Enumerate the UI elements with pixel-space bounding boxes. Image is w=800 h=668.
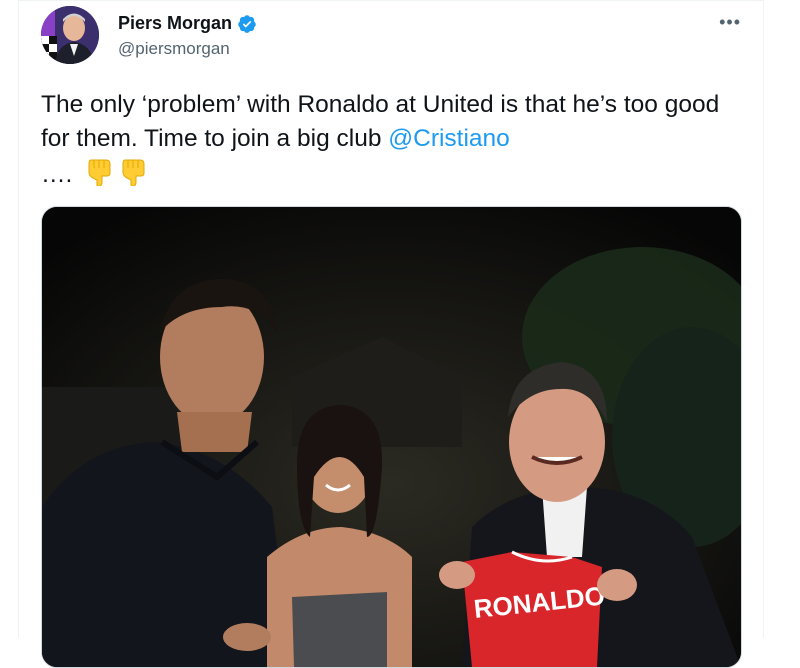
pointing-down-hand-icon: [119, 156, 147, 196]
pointing-down-hand-icon: [85, 156, 113, 196]
tweet-body: The only ‘problem’ with Ronaldo at Unite…: [41, 91, 720, 152]
avatar[interactable]: [41, 6, 99, 64]
verified-badge-icon: [238, 14, 256, 33]
photo-scene: RONALDO: [42, 207, 741, 667]
more-options-button[interactable]: •••: [719, 12, 741, 33]
tweet-tail: ….: [41, 161, 73, 188]
divider: [19, 0, 763, 1]
mention-link[interactable]: @Cristiano: [388, 125, 510, 152]
tweet-card[interactable]: Piers Morgan @piersmorgan ••• The only ‘…: [18, 0, 764, 668]
tweet-photo[interactable]: RONALDO: [41, 206, 742, 668]
author-name-row[interactable]: Piers Morgan: [118, 13, 257, 34]
author-display-name[interactable]: Piers Morgan: [118, 13, 232, 34]
avatar-image: [41, 6, 99, 64]
tweet-text: The only ‘problem’ with Ronaldo at Unite…: [41, 88, 741, 196]
author-handle[interactable]: @piersmorgan: [118, 39, 230, 59]
